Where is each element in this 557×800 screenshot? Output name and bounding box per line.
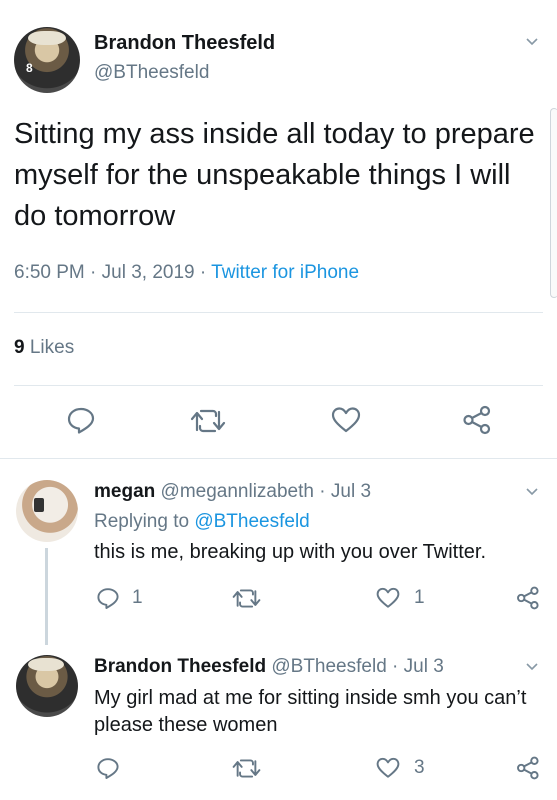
main-author-avatar[interactable]: 8 [14,27,80,93]
share-icon[interactable] [516,756,540,780]
like-count: 1 [414,587,425,608]
meta-separator: · [199,262,207,283]
reply-author-handle[interactable]: @BTheesfeld [271,656,386,677]
likes-summary[interactable]: 9 Likes [14,337,74,359]
avatar-jersey-number: 8 [26,61,33,75]
likes-label: Likes [29,337,75,358]
divider [14,312,543,313]
reply-date[interactable]: Jul 3 [331,481,371,502]
share-icon[interactable] [516,586,540,610]
share-icon[interactable] [462,405,492,435]
tweet-date: Jul 3, 2019 [101,262,195,283]
reply-date[interactable]: Jul 3 [404,656,444,677]
meta-separator: · [90,262,97,283]
reply-author-handle[interactable]: @megannlizabeth [161,481,314,502]
reply-author-avatar[interactable] [16,480,78,542]
reply-text: My girl mad at me for sitting inside smh… [94,687,527,736]
chevron-down-icon[interactable] [526,38,538,46]
thread-connector [45,548,48,645]
reply-header: megan @megannlizabeth · Jul 3 [94,481,371,503]
avatar-hat [28,658,64,671]
retweet-icon[interactable] [232,588,261,609]
reply-text: this is me, breaking up with you over Tw… [94,541,487,563]
chevron-down-icon[interactable] [526,488,538,496]
like-icon[interactable] [376,586,400,610]
reply-icon[interactable] [96,756,120,780]
scrollbar-thumb[interactable] [550,108,557,298]
chevron-down-icon[interactable] [526,663,538,671]
like-icon[interactable] [376,756,400,780]
reply-count: 1 [132,587,143,608]
reply-author-name[interactable]: Brandon Theesfeld [94,656,266,677]
tweet-source-link[interactable]: Twitter for iPhone [211,262,359,283]
likes-count: 9 [14,337,25,358]
replying-to-prefix: Replying to [94,511,190,532]
divider [0,458,557,459]
reply-icon[interactable] [66,405,96,435]
reply-icon[interactable] [96,586,120,610]
avatar-hat [28,31,66,45]
main-tweet-text: Sitting my ass inside all today to prepa… [14,118,535,232]
divider [14,385,543,386]
retweet-icon[interactable] [232,758,261,779]
reply-author-avatar[interactable] [16,655,78,717]
reply-author-name[interactable]: megan [94,481,155,502]
main-author-handle[interactable]: @BTheesfeld [94,62,209,84]
avatar-phone [34,498,44,512]
meta-separator: · [319,481,326,502]
main-author-name[interactable]: Brandon Theesfeld [94,32,275,55]
retweet-icon[interactable] [190,408,226,434]
replying-to-line: Replying to @BTheesfeld [94,511,310,533]
reply-header: Brandon Theesfeld @BTheesfeld · Jul 3 [94,656,444,678]
like-icon[interactable] [331,405,361,435]
tweet-time: 6:50 PM [14,262,85,283]
meta-separator: · [392,656,399,677]
like-count: 3 [414,757,425,778]
replying-to-handle[interactable]: @BTheesfeld [194,511,309,532]
tweet-meta: 6:50 PM · Jul 3, 2019 · Twitter for iPho… [14,262,359,284]
